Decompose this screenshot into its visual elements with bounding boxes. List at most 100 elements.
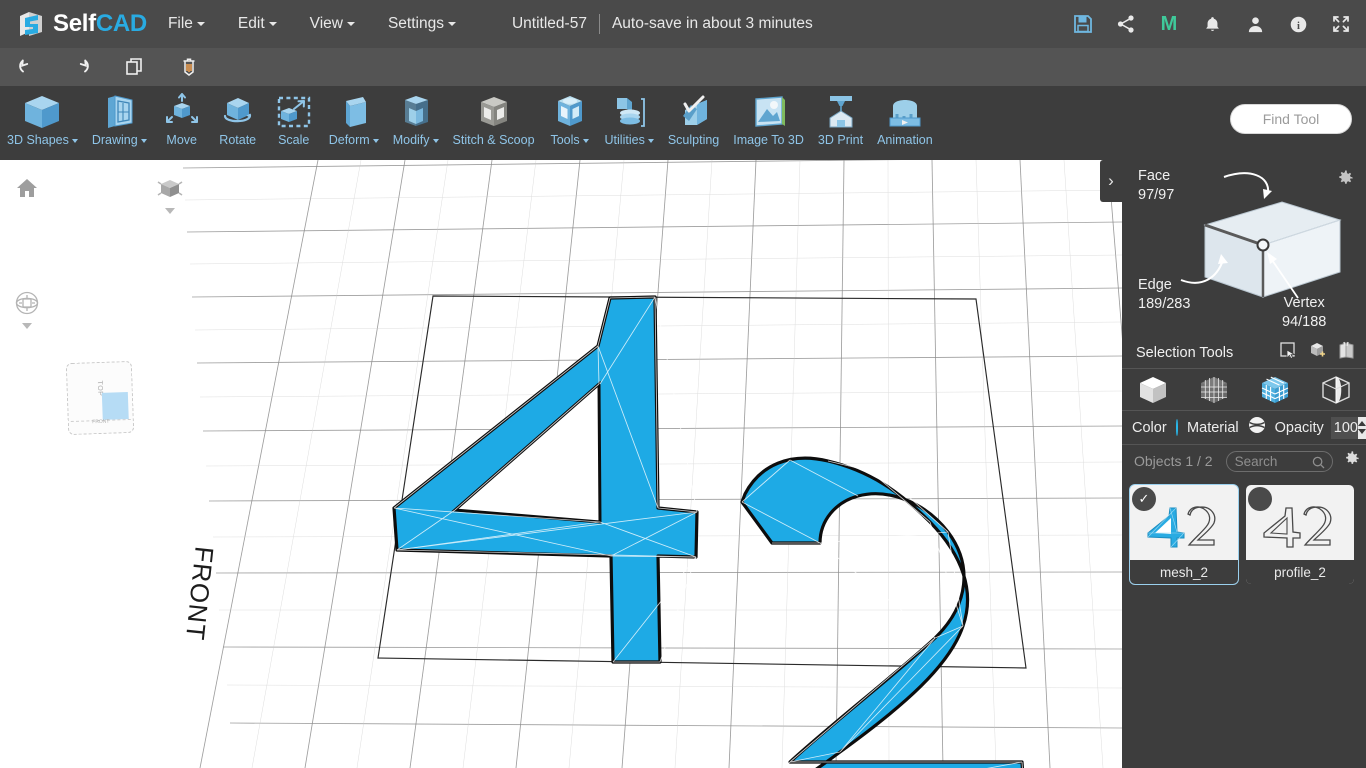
- ribbon-rotate[interactable]: Rotate: [210, 86, 266, 160]
- medium-m-icon[interactable]: M: [1158, 13, 1180, 35]
- copy-button[interactable]: [108, 48, 162, 86]
- menu-settings-label: Settings: [387, 15, 444, 32]
- object-thumbnail: [1130, 495, 1238, 557]
- find-tool-input[interactable]: Find Tool: [1230, 104, 1352, 134]
- selection-mode-bar: [1122, 369, 1366, 411]
- nav-widget-highlight-cell[interactable]: [101, 392, 129, 420]
- label-text: Modify: [392, 133, 430, 147]
- object-card-mesh-2[interactable]: ✓ mesh_2: [1130, 485, 1238, 584]
- menu-edit[interactable]: Edit: [226, 9, 289, 39]
- ribbon-label: Utilities: [605, 133, 654, 147]
- share-icon[interactable]: [1115, 13, 1137, 35]
- objects-search-placeholder: Search: [1234, 453, 1278, 469]
- menu-view-label: View: [309, 15, 343, 32]
- fullscreen-icon[interactable]: [1330, 13, 1352, 35]
- label-text: Scale: [278, 133, 310, 147]
- opacity-input[interactable]: 100: [1330, 416, 1358, 439]
- title-divider: [598, 14, 600, 34]
- digit-2-face: [740, 456, 1025, 768]
- edge-mode-icon[interactable]: [1305, 369, 1366, 411]
- menu-file[interactable]: File: [156, 9, 217, 39]
- ribbon-image-to-3d[interactable]: Image To 3D: [726, 86, 811, 160]
- material-bar: Color Material Opacity 100: [1122, 411, 1366, 445]
- mesh-42[interactable]: [392, 295, 1026, 768]
- navigation-widget[interactable]: TOP FRONT: [65, 360, 135, 436]
- info-icon[interactable]: i: [1287, 13, 1309, 35]
- rectangle-select-icon[interactable]: [1279, 341, 1298, 365]
- home-view-icon[interactable]: [16, 177, 38, 204]
- ribbon-scale[interactable]: Scale: [266, 86, 322, 160]
- right-panel: › Face 97/97 Edge 189/283 Vertex 94/188 …: [1100, 160, 1366, 768]
- ribbon-animation[interactable]: Animation: [870, 86, 940, 160]
- delete-button[interactable]: [162, 48, 216, 86]
- objects-count-label: Objects 1 / 2: [1134, 453, 1213, 469]
- ribbon-stitch-scoop[interactable]: Stitch & Scoop: [446, 86, 542, 160]
- chevron-down-icon: [140, 138, 147, 143]
- selection-summary: Face 97/97 Edge 189/283 Vertex 94/188: [1122, 160, 1366, 337]
- notifications-bell-icon[interactable]: [1201, 13, 1223, 35]
- objects-search-input[interactable]: Search: [1225, 450, 1333, 472]
- color-swatch[interactable]: [1175, 419, 1179, 436]
- chevron-down-icon: [346, 21, 355, 26]
- box-select-icon[interactable]: [1308, 341, 1327, 365]
- brand-self: Self: [53, 10, 96, 37]
- paint-select-icon[interactable]: [1337, 341, 1356, 365]
- ribbon-3d-print[interactable]: 3D Print: [811, 86, 870, 160]
- vertex-count-block: Vertex 94/188: [1282, 294, 1326, 332]
- panel-collapse-toggle[interactable]: ›: [1100, 160, 1122, 202]
- selection-tools-icons: [1279, 341, 1356, 365]
- material-sphere-icon[interactable]: [1248, 416, 1266, 439]
- ribbon-label: Rotate: [219, 133, 256, 147]
- menu-settings[interactable]: Settings: [376, 9, 468, 39]
- app-logo[interactable]: SelfCAD: [16, 9, 147, 39]
- redo-button[interactable]: [54, 48, 108, 86]
- orbit-camera-control[interactable]: [14, 290, 40, 329]
- brand-cad: CAD: [95, 10, 147, 37]
- label-text: Tools: [550, 133, 580, 147]
- face-mode-icon[interactable]: [1244, 369, 1305, 411]
- color-label: Color: [1132, 419, 1167, 436]
- autosave-status: Auto-save in about 3 minutes: [611, 15, 813, 32]
- ribbon-drawing[interactable]: Drawing: [85, 86, 154, 160]
- object-mode-icon[interactable]: [1122, 369, 1183, 411]
- user-account-icon[interactable]: [1244, 13, 1266, 35]
- ribbon-tools[interactable]: Tools: [542, 86, 598, 160]
- edge-label: Edge: [1138, 277, 1172, 293]
- save-icon[interactable]: [1072, 13, 1094, 35]
- vertex-mode-icon[interactable]: [1183, 369, 1244, 411]
- objects-header: Objects 1 / 2 Search: [1122, 445, 1366, 477]
- rotate-icon: [217, 90, 259, 134]
- menu-view[interactable]: View: [298, 9, 367, 39]
- face-value: 97/97: [1138, 187, 1175, 203]
- move-icon: [161, 90, 203, 134]
- label-text: 3D Shapes: [7, 133, 69, 147]
- view-cube-control[interactable]: [157, 177, 183, 214]
- object-name: mesh_2: [1130, 560, 1238, 584]
- ribbon-modify[interactable]: Modify: [386, 86, 446, 160]
- image-to-3d-icon: [748, 90, 790, 134]
- undo-button[interactable]: [0, 48, 54, 86]
- stepper-up-icon[interactable]: [1358, 421, 1366, 426]
- objects-settings-gear-icon[interactable]: [1343, 450, 1360, 472]
- find-tool-placeholder: Find Tool: [1262, 111, 1320, 127]
- ribbon-label: Scale: [278, 133, 309, 147]
- ribbon-utilities[interactable]: Utilities: [598, 86, 661, 160]
- object-card-profile-2[interactable]: profile_2: [1246, 485, 1354, 584]
- chevron-down-icon[interactable]: [165, 208, 175, 214]
- nav-widget-bottom-label: FRONT: [92, 418, 110, 426]
- ribbon-label: Tools: [550, 133, 589, 147]
- opacity-stepper[interactable]: [1358, 416, 1366, 439]
- ribbon-sculpting[interactable]: Sculpting: [661, 86, 726, 160]
- medium-m-letter: M: [1160, 12, 1178, 35]
- 3d-viewport[interactable]: TOP FRONT FRONT Y Z X: [0, 160, 1122, 768]
- stepper-down-icon[interactable]: [1358, 429, 1366, 434]
- ribbon-deform[interactable]: Deform: [322, 86, 386, 160]
- chevron-down-icon: [432, 138, 439, 143]
- ribbon-3d-shapes[interactable]: 3D Shapes: [0, 86, 85, 160]
- objects-grid: ✓ mesh_2 profile_2: [1122, 477, 1366, 584]
- ribbon-label: Sculpting: [668, 133, 719, 147]
- chevron-down-icon[interactable]: [22, 323, 32, 329]
- object-name: profile_2: [1246, 560, 1354, 584]
- ribbon-label: Image To 3D: [733, 133, 804, 147]
- ribbon-move[interactable]: Move: [154, 86, 210, 160]
